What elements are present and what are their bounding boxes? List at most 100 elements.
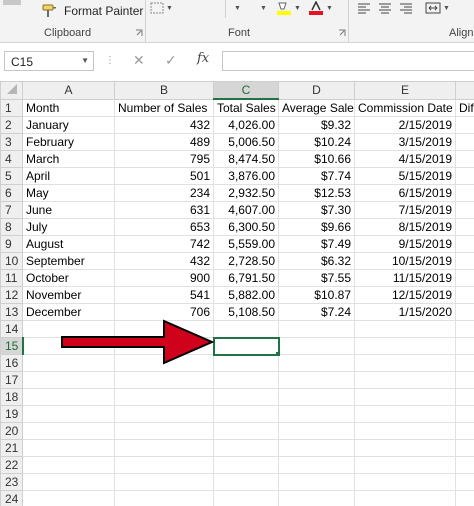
formula-input[interactable] bbox=[222, 51, 474, 71]
row-header[interactable]: 15 bbox=[0, 337, 24, 355]
cell[interactable]: October bbox=[22, 269, 115, 287]
cell[interactable]: 6,300.50 bbox=[213, 218, 279, 236]
cell[interactable]: 432 bbox=[114, 116, 214, 134]
font-options-button[interactable]: ▼ bbox=[232, 0, 241, 16]
cell[interactable] bbox=[278, 388, 355, 406]
cell[interactable] bbox=[455, 473, 474, 491]
cell[interactable]: $7.49 bbox=[278, 235, 355, 253]
align-center-button[interactable] bbox=[378, 0, 392, 16]
cell[interactable]: June bbox=[22, 201, 115, 219]
cell[interactable]: Commission Date bbox=[354, 98, 456, 117]
cell[interactable]: December bbox=[22, 303, 115, 321]
row-header[interactable]: 18 bbox=[0, 388, 23, 406]
cell[interactable]: 489 bbox=[114, 133, 214, 151]
row-header[interactable]: 19 bbox=[0, 405, 23, 423]
cell[interactable] bbox=[455, 405, 474, 423]
cell[interactable]: 8,474.50 bbox=[213, 150, 279, 168]
fill-handle[interactable] bbox=[274, 350, 277, 353]
row-header[interactable]: 14 bbox=[0, 320, 23, 338]
cell[interactable]: 3/15/2019 bbox=[354, 133, 456, 151]
cell[interactable]: 6/15/2019 bbox=[354, 184, 456, 202]
fill-color-button[interactable]: ▼ bbox=[276, 0, 301, 16]
cell[interactable] bbox=[354, 473, 456, 491]
cell[interactable]: $10.87 bbox=[278, 286, 355, 304]
cell[interactable]: September bbox=[22, 252, 115, 270]
cell[interactable]: Number of Sales bbox=[114, 98, 214, 117]
cell[interactable] bbox=[114, 371, 214, 389]
cell[interactable] bbox=[455, 320, 474, 338]
cell[interactable] bbox=[455, 456, 474, 474]
row-header[interactable]: 4 bbox=[0, 150, 23, 168]
row-header[interactable]: 6 bbox=[0, 184, 23, 202]
font-size-dropdown[interactable]: ▼ bbox=[258, 0, 267, 16]
row-header[interactable]: 7 bbox=[0, 201, 23, 219]
cell[interactable] bbox=[278, 371, 355, 389]
active-cell-c15[interactable] bbox=[212, 336, 280, 356]
cell[interactable] bbox=[278, 337, 355, 355]
paste-button-partial[interactable] bbox=[0, 0, 36, 8]
cell[interactable]: 742 bbox=[114, 235, 214, 253]
cell[interactable] bbox=[114, 456, 214, 474]
cell[interactable]: February bbox=[22, 133, 115, 151]
cell[interactable] bbox=[114, 354, 214, 372]
row-header[interactable]: 8 bbox=[0, 218, 23, 236]
cell[interactable] bbox=[354, 439, 456, 457]
cell[interactable] bbox=[278, 422, 355, 440]
cancel-icon[interactable]: ✕ bbox=[133, 52, 145, 69]
cell[interactable] bbox=[22, 354, 115, 372]
cell[interactable] bbox=[22, 337, 115, 355]
cell[interactable]: May bbox=[22, 184, 115, 202]
cell[interactable]: 9/15/2019 bbox=[354, 235, 456, 253]
cell[interactable] bbox=[455, 133, 474, 151]
cell[interactable]: January bbox=[22, 116, 115, 134]
cell[interactable]: 5/15/2019 bbox=[354, 167, 456, 185]
cell[interactable] bbox=[114, 337, 214, 355]
cell[interactable] bbox=[354, 371, 456, 389]
cell[interactable] bbox=[213, 422, 279, 440]
cell[interactable] bbox=[455, 303, 474, 321]
cell[interactable] bbox=[455, 371, 474, 389]
cell[interactable] bbox=[354, 320, 456, 338]
cell[interactable] bbox=[455, 388, 474, 406]
cell[interactable]: 653 bbox=[114, 218, 214, 236]
cell[interactable] bbox=[455, 150, 474, 168]
cell[interactable] bbox=[455, 167, 474, 185]
cell[interactable] bbox=[354, 388, 456, 406]
cell[interactable]: 501 bbox=[114, 167, 214, 185]
cell[interactable] bbox=[278, 456, 355, 474]
cell[interactable]: 6,791.50 bbox=[213, 269, 279, 287]
cell[interactable] bbox=[455, 337, 474, 355]
cell[interactable]: 11/15/2019 bbox=[354, 269, 456, 287]
borders-button[interactable]: ▼ bbox=[150, 0, 173, 16]
cell[interactable]: 10/15/2019 bbox=[354, 252, 456, 270]
cell[interactable] bbox=[22, 456, 115, 474]
cell[interactable] bbox=[22, 490, 115, 506]
cell[interactable] bbox=[278, 320, 355, 338]
cell[interactable] bbox=[455, 201, 474, 219]
cell[interactable] bbox=[213, 490, 279, 506]
name-box[interactable]: C15 ▼ bbox=[4, 51, 94, 71]
cell[interactable]: $12.53 bbox=[278, 184, 355, 202]
column-header-c[interactable]: C bbox=[213, 81, 279, 100]
clipboard-dialog-launcher-icon[interactable] bbox=[135, 29, 143, 37]
cell[interactable] bbox=[22, 473, 115, 491]
cell[interactable]: 2/15/2019 bbox=[354, 116, 456, 134]
cell[interactable] bbox=[354, 405, 456, 423]
cell[interactable]: 432 bbox=[114, 252, 214, 270]
cell[interactable]: $7.74 bbox=[278, 167, 355, 185]
cell[interactable] bbox=[455, 218, 474, 236]
row-header[interactable]: 16 bbox=[0, 354, 23, 372]
cell[interactable]: Month bbox=[22, 98, 115, 117]
column-header-f[interactable] bbox=[455, 81, 474, 100]
cell[interactable]: $7.30 bbox=[278, 201, 355, 219]
row-header[interactable]: 11 bbox=[0, 269, 23, 287]
cell[interactable]: November bbox=[22, 286, 115, 304]
row-header[interactable]: 21 bbox=[0, 439, 23, 457]
column-header-b[interactable]: B bbox=[114, 81, 214, 100]
cell[interactable] bbox=[114, 473, 214, 491]
cell[interactable] bbox=[213, 405, 279, 423]
align-right-button[interactable] bbox=[399, 0, 413, 16]
cell[interactable] bbox=[22, 439, 115, 457]
row-header[interactable]: 10 bbox=[0, 252, 23, 270]
row-header[interactable]: 2 bbox=[0, 116, 23, 134]
